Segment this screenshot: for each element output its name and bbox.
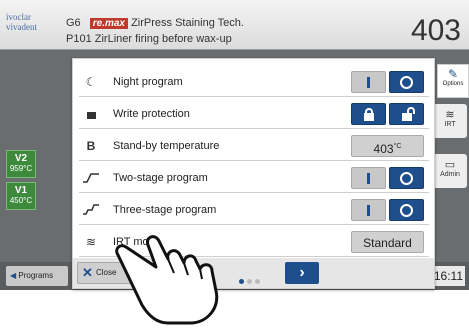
three-stage-on-button[interactable] — [351, 199, 386, 221]
write-protection-unlock-button[interactable] — [389, 103, 424, 125]
row-label: Write protection — [113, 108, 190, 120]
moon-icon: ☾ — [85, 75, 97, 89]
lock-body — [364, 113, 374, 121]
tile-label: V2 — [14, 153, 28, 164]
off-ring-icon — [400, 204, 413, 217]
programs-button[interactable]: ◀ Programs — [6, 266, 68, 286]
on-bar-icon — [367, 205, 370, 216]
row-label: Stand-by temperature — [113, 140, 220, 152]
vacuum-tiles: V2 959°C V1 450°C — [6, 150, 36, 214]
irt-label: IRT — [444, 121, 456, 128]
product-name: ZirPress Staining Tech. — [131, 17, 244, 29]
device-name: G6 — [66, 17, 81, 29]
program-name: P101 ZirLiner firing before wax-up — [66, 33, 232, 45]
close-icon: ✕ — [82, 265, 93, 280]
programs-label: Programs — [18, 271, 54, 280]
left-arrow-icon: ◀ — [10, 271, 17, 280]
logo-line1: ivoclar — [6, 12, 31, 22]
row-label: Night program — [113, 76, 183, 88]
two-stage-icon — [83, 171, 99, 185]
row-night-program: ☾ Night program — [79, 67, 429, 97]
irt-icon: ≋ — [445, 109, 455, 121]
two-stage-on-button[interactable] — [351, 167, 386, 189]
header: ivoclar vivadent G6 re.max ZirPress Stai… — [0, 0, 469, 50]
night-program-off-button[interactable] — [389, 71, 424, 93]
admin-icon: ▭ — [444, 159, 456, 171]
b-letter-icon: B — [86, 139, 96, 153]
row-standby-temperature: B Stand-by temperature 403°C — [79, 131, 429, 161]
brand-badge: re.max — [89, 18, 128, 29]
on-bar-icon — [367, 77, 370, 88]
tile-temp: 959°C — [9, 164, 33, 173]
options-label: Options — [442, 81, 464, 87]
current-temperature: 403 — [410, 14, 461, 47]
admin-button[interactable]: ▭ Admin — [433, 154, 467, 188]
lock-body — [402, 113, 412, 121]
lock-icon — [83, 107, 99, 121]
page-dot — [255, 279, 260, 284]
row-label: Two-stage program — [113, 172, 208, 184]
irt-icon: ≋ — [85, 235, 97, 249]
irt-button[interactable]: ≋ IRT — [433, 104, 467, 138]
off-ring-icon — [400, 172, 413, 185]
logo-line2: vivadent — [6, 22, 37, 32]
chevron-right-icon: › — [299, 264, 305, 281]
on-bar-icon — [367, 173, 370, 184]
irt-mode-value[interactable]: Standard — [351, 231, 424, 253]
options-button[interactable]: ✎ Options — [437, 64, 469, 98]
write-protection-lock-button[interactable] — [351, 103, 386, 125]
off-ring-icon — [400, 76, 413, 89]
three-stage-icon — [83, 203, 99, 217]
admin-label: Admin — [440, 171, 460, 178]
ivoclar-logo: ivoclar vivadent — [6, 12, 58, 32]
tile-label: V1 — [14, 185, 28, 196]
pointing-hand-icon — [108, 215, 248, 332]
night-program-on-button[interactable] — [351, 71, 386, 93]
tile-v2[interactable]: V2 959°C — [6, 150, 36, 178]
standby-temperature-value[interactable]: 403°C — [351, 135, 424, 157]
two-stage-off-button[interactable] — [389, 167, 424, 189]
row-two-stage-program: Two-stage program — [79, 163, 429, 193]
row-write-protection: Write protection — [79, 99, 429, 129]
three-stage-off-button[interactable] — [389, 199, 424, 221]
header-product-line: G6 re.max ZirPress Staining Tech. — [66, 17, 244, 29]
standby-temp-number: 403 — [373, 142, 394, 156]
tile-v1[interactable]: V1 450°C — [6, 182, 36, 210]
next-page-button[interactable]: › — [285, 262, 319, 284]
standby-temp-unit: °C — [393, 143, 402, 150]
tile-temp: 450°C — [9, 196, 33, 205]
pen-icon: ✎ — [447, 67, 459, 81]
